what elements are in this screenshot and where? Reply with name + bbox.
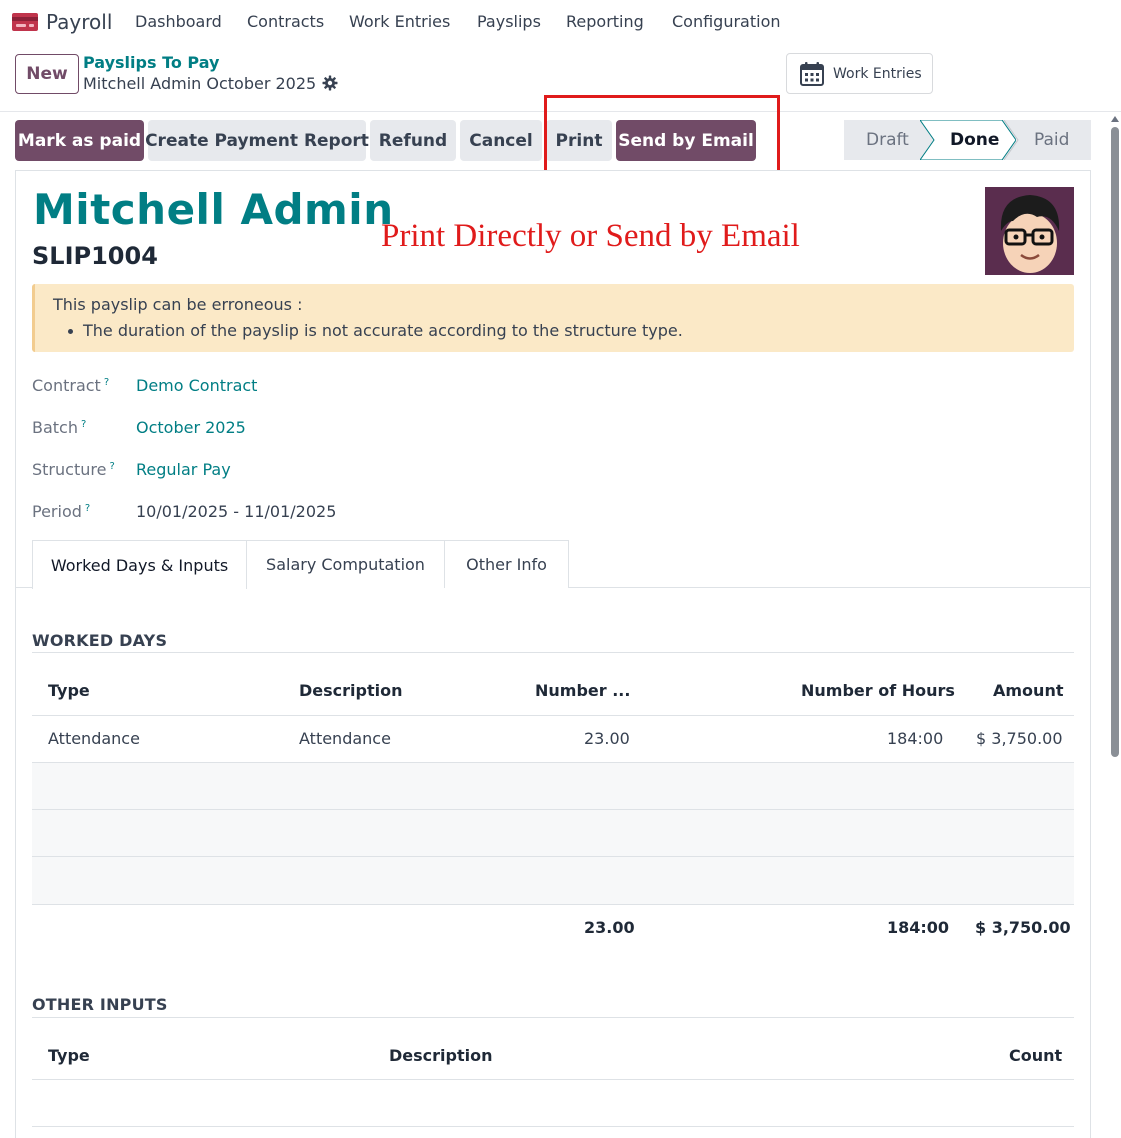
status-bar: Draft Done Paid (844, 120, 1091, 160)
section-divider (32, 652, 1074, 653)
scrollbar-thumb[interactable] (1111, 127, 1119, 757)
payslip-reference[interactable]: SLIP1004 (32, 242, 158, 270)
cell-number-hours: 184:00 (887, 729, 944, 748)
cell-description: Attendance (299, 729, 391, 748)
col-type[interactable]: Type (48, 681, 90, 700)
status-step-paid[interactable]: Paid (1034, 120, 1069, 160)
warning-title: This payslip can be erroneous : (53, 295, 303, 314)
scroll-up-arrow-icon[interactable] (1110, 115, 1120, 123)
help-icon[interactable]: ? (81, 419, 86, 430)
worked-days-title: WORKED DAYS (32, 631, 168, 650)
row-divider (32, 1126, 1074, 1127)
batch-label: Batch? (32, 418, 87, 437)
period-field[interactable]: 10/01/2025 - 11/01/2025 (136, 502, 336, 521)
col-number-days[interactable]: Number ... (535, 681, 630, 700)
help-icon[interactable]: ? (109, 461, 114, 472)
work-entries-smart-button[interactable]: Work Entries (786, 53, 933, 94)
cell-type: Attendance (48, 729, 140, 748)
other-inputs-title: OTHER INPUTS (32, 995, 168, 1014)
batch-field[interactable]: October 2025 (136, 418, 246, 437)
empty-row (32, 857, 1074, 904)
contract-label: Contract? (32, 376, 110, 395)
gear-icon[interactable] (322, 75, 338, 91)
total-number-days: 23.00 (584, 918, 635, 937)
mark-as-paid-button[interactable]: Mark as paid (15, 120, 144, 161)
col-description[interactable]: Description (299, 681, 402, 700)
help-icon[interactable]: ? (104, 377, 109, 388)
new-button[interactable]: New (15, 54, 79, 94)
menu-configuration[interactable]: Configuration (672, 12, 781, 31)
status-separator (1004, 120, 1019, 160)
work-entries-label: Work Entries (833, 65, 922, 82)
col-number-hours[interactable]: Number of Hours (801, 681, 955, 700)
warning-bullet (68, 329, 73, 334)
col-amount[interactable]: Amount (993, 681, 1063, 700)
menu-contracts[interactable]: Contracts (247, 12, 324, 31)
tab-worked-days-inputs[interactable]: Worked Days & Inputs (32, 540, 247, 589)
calendar-icon (800, 61, 824, 86)
col-description[interactable]: Description (389, 1046, 492, 1065)
empty-row (32, 763, 1074, 809)
header-divider (32, 1079, 1074, 1080)
help-icon[interactable]: ? (85, 503, 90, 514)
period-label: Period? (32, 502, 91, 521)
top-navbar: Payroll Dashboard Contracts Work Entries… (0, 0, 1121, 44)
tab-salary-computation[interactable]: Salary Computation (246, 540, 445, 588)
breadcrumb-current-record: Mitchell Admin October 2025 (83, 74, 317, 93)
employee-name[interactable]: Mitchell Admin (33, 185, 394, 234)
tab-other-info[interactable]: Other Info (444, 540, 569, 588)
col-type[interactable]: Type (48, 1046, 90, 1065)
annotation-text: Print Directly or Send by Email (381, 218, 800, 254)
col-count[interactable]: Count (1009, 1046, 1062, 1065)
status-step-done[interactable]: Done (950, 120, 999, 160)
payslip-warning-alert: This payslip can be erroneous : The dura… (32, 284, 1074, 352)
structure-label: Structure? (32, 460, 115, 479)
avatar[interactable] (985, 187, 1074, 275)
menu-work-entries[interactable]: Work Entries (349, 12, 450, 31)
section-divider (32, 1017, 1074, 1018)
menu-dashboard[interactable]: Dashboard (135, 12, 222, 31)
cell-number-days: 23.00 (584, 729, 630, 748)
app-name[interactable]: Payroll (46, 10, 112, 34)
status-step-draft[interactable]: Draft (866, 120, 909, 160)
cancel-button[interactable]: Cancel (460, 120, 542, 161)
refund-button[interactable]: Refund (370, 120, 456, 161)
warning-item: The duration of the payslip is not accur… (83, 321, 683, 340)
total-amount: $ 3,750.00 (975, 918, 1071, 937)
totals-divider (32, 904, 1074, 905)
structure-field[interactable]: Regular Pay (136, 460, 231, 479)
total-number-hours: 184:00 (887, 918, 950, 937)
contract-field[interactable]: Demo Contract (136, 376, 257, 395)
menu-reporting[interactable]: Reporting (566, 12, 644, 31)
empty-row (32, 810, 1074, 856)
payroll-app-icon[interactable] (12, 13, 38, 31)
create-payment-report-button[interactable]: Create Payment Report (145, 120, 369, 161)
breadcrumb-payslips-to-pay[interactable]: Payslips To Pay (83, 53, 219, 72)
menu-payslips[interactable]: Payslips (477, 12, 541, 31)
cell-amount: $ 3,750.00 (976, 729, 1063, 748)
header-divider (32, 715, 1074, 716)
